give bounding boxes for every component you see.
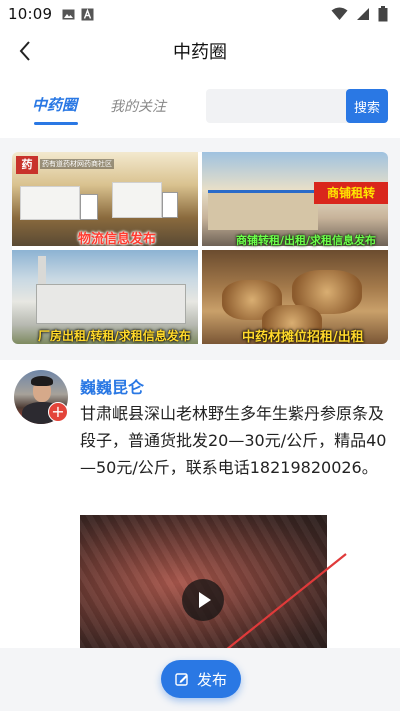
tabs-row: 中药圈 我的关注 搜索 (0, 86, 400, 128)
shop-sign: 商铺租转 (314, 182, 388, 204)
banner-caption-logistics: 物流信息发布 (78, 232, 157, 247)
video-thumbnail[interactable] (80, 515, 327, 650)
signal-icon (357, 8, 369, 20)
banner-logo: 药 (16, 156, 38, 174)
publish-label: 发布 (196, 670, 227, 689)
author-name[interactable]: 巍巍昆仑 (80, 374, 144, 398)
status-bar: 10:09 (0, 0, 400, 28)
tab-herb-circle[interactable]: 中药圈 (32, 94, 77, 115)
title-bar: 中药圈 (0, 28, 400, 74)
search-input[interactable] (206, 89, 348, 123)
battery-icon (378, 6, 388, 22)
tab-my-follows[interactable]: 我的关注 (110, 96, 166, 116)
active-tab-indicator (34, 122, 78, 125)
promo-banner[interactable]: 药 药有道药材网药商社区 商铺租转 物流信息发布 商铺转租/出租/求租信息发布 … (12, 152, 388, 344)
follow-plus-icon[interactable]: + (48, 402, 68, 422)
banner-caption-herbs: 中药材摊位招租/出租 (242, 330, 364, 344)
page-title: 中药圈 (173, 42, 227, 63)
edit-icon (175, 673, 188, 686)
image-icon (62, 9, 75, 19)
post-card: + 巍巍昆仑 甘肃岷县深山老林野生多年生紫丹参原条及段子，普通货批发20—30元… (0, 360, 400, 660)
wifi-icon (331, 7, 348, 20)
truck-illustration (20, 186, 80, 220)
banner-caption-factory: 厂房出租/转租/求租信息发布 (38, 329, 191, 343)
banner-caption-shops: 商铺转租/出租/求租信息发布 (236, 234, 377, 247)
font-a-icon (81, 8, 94, 20)
play-icon[interactable] (182, 579, 224, 621)
status-time: 10:09 (8, 5, 53, 23)
app-screen: 10:09 中药圈 中药圈 我的关注 搜索 药 药有道药材网药商社区 商铺租转 … (0, 0, 400, 711)
publish-button[interactable]: 发布 (161, 660, 241, 698)
factory-illustration (36, 284, 186, 324)
post-text: 甘肃岷县深山老林野生多年生紫丹参原条及段子，普通货批发20—30元/公斤，精品4… (80, 404, 387, 477)
search-button[interactable]: 搜索 (346, 89, 388, 123)
banner-logo-text: 药有道药材网药商社区 (40, 159, 114, 169)
